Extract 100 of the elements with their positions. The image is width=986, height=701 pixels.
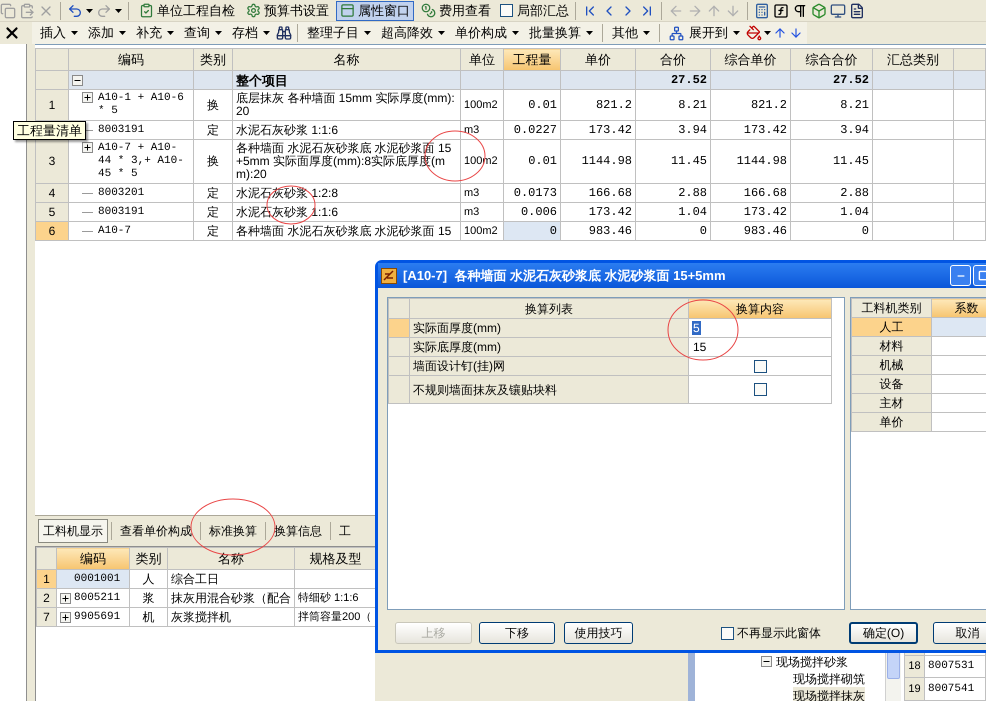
row-header[interactable]: 3: [36, 140, 68, 184]
dialog-button[interactable]: 确定(O): [849, 622, 918, 644]
table-cell: 抹灰用混合砂浆（配合: [168, 588, 294, 608]
caret-icon: [86, 8, 93, 12]
tooltip: 工程量清单: [13, 121, 86, 140]
row-header[interactable]: 5: [36, 202, 68, 222]
calculator-icon[interactable]: [754, 2, 770, 18]
checkbox[interactable]: [721, 626, 734, 640]
menu-button[interactable]: 展开到: [665, 23, 744, 43]
minimize-button[interactable]: [950, 265, 971, 286]
plus-icon[interactable]: [60, 592, 71, 604]
column-header[interactable]: 汇总类别: [872, 48, 954, 70]
paint-bucket-icon[interactable]: [746, 25, 762, 41]
row-header[interactable]: 机械: [852, 356, 932, 374]
table-cell: 983.46: [560, 222, 636, 240]
cube-icon[interactable]: [811, 2, 827, 18]
monitor-icon[interactable]: [830, 2, 846, 18]
tree-item[interactable]: 现场搅拌砂浆: [776, 652, 848, 670]
menu-button[interactable]: 其他: [608, 23, 654, 43]
table-cell: 不规则墙面抹灰及镶贴块料: [410, 376, 688, 404]
row-header[interactable]: 材料: [852, 336, 932, 356]
hierarchy-icon: [669, 26, 684, 40]
settings-icon: [246, 3, 261, 18]
checkbox[interactable]: [500, 4, 513, 17]
dialog-button[interactable]: 使用技巧: [564, 622, 634, 644]
document-icon[interactable]: [849, 2, 865, 18]
tab[interactable]: 工料机显示: [38, 519, 108, 543]
column-header[interactable]: 换算列表: [410, 298, 688, 318]
row-header[interactable]: 人工: [852, 318, 932, 336]
checkbox-option[interactable]: 不再显示此窗体: [721, 624, 822, 642]
menu-button[interactable]: 查询: [180, 23, 226, 43]
input-field[interactable]: 5: [692, 321, 701, 335]
row-header[interactable]: 单价: [852, 412, 932, 432]
function-icon[interactable]: [773, 2, 789, 18]
tab[interactable]: 查看单价构成: [115, 519, 197, 543]
toolbar-button[interactable]: 费用查看: [417, 0, 495, 20]
caret-icon: [364, 31, 371, 35]
checkbox-option[interactable]: 局部汇总: [500, 0, 569, 20]
column-header[interactable]: 类别: [130, 548, 168, 570]
table-cell: 0: [636, 222, 710, 240]
column-header[interactable]: 规格及型: [294, 548, 376, 570]
tab[interactable]: 工: [334, 519, 356, 543]
column-header[interactable]: 综合单价: [710, 48, 790, 70]
minus-icon[interactable]: [72, 74, 83, 86]
checkbox[interactable]: [754, 360, 766, 372]
column-header[interactable]: 工程量: [504, 48, 560, 70]
table-cell: 0: [504, 222, 560, 240]
menu-button[interactable]: 添加: [84, 23, 130, 43]
table-cell-text: A10-1 + A10-6 * 5: [98, 92, 185, 118]
row-header[interactable]: 设备: [852, 374, 932, 394]
menu-button[interactable]: 存档: [228, 23, 274, 43]
minus-icon[interactable]: [761, 656, 772, 667]
tree-item[interactable]: 现场搅拌抹灰: [793, 686, 865, 701]
column-header[interactable]: 名称: [232, 48, 460, 70]
table-cell: 墙面设计钉(挂)网: [410, 356, 688, 376]
paragraph-icon[interactable]: [792, 2, 808, 18]
column-header[interactable]: 单价: [560, 48, 636, 70]
dialog-button[interactable]: 下移: [478, 622, 556, 644]
toolbar-button[interactable]: 预算书设置: [242, 0, 333, 20]
tree-item[interactable]: 现场搅拌砌筑: [793, 670, 865, 688]
plus-icon[interactable]: [60, 612, 71, 622]
plus-icon[interactable]: [82, 92, 93, 103]
row-header[interactable]: 1: [36, 570, 56, 588]
column-header[interactable]: 合价: [636, 48, 710, 70]
checkbox[interactable]: [754, 383, 766, 396]
menu-button[interactable]: 插入: [36, 23, 82, 43]
column-header[interactable]: 系数: [932, 298, 986, 318]
column-header[interactable]: 综合合价: [790, 48, 872, 70]
table-cell: 各种墙面 水泥石灰砂浆底 水泥砂浆面 15: [232, 222, 460, 240]
caret-icon: [263, 31, 270, 35]
column-header[interactable]: 编码: [68, 48, 194, 70]
row-header[interactable]: 6: [36, 222, 68, 240]
toolbar-button[interactable]: 属性窗口: [336, 0, 414, 20]
row-header[interactable]: 4: [36, 184, 68, 202]
column-header[interactable]: 编码: [56, 548, 130, 570]
menu-button[interactable]: 批量换算: [525, 23, 597, 43]
menu-button[interactable]: 单价构成: [451, 23, 523, 43]
menu-button[interactable]: 整理子目: [303, 23, 375, 43]
plus-icon[interactable]: [82, 142, 93, 153]
row-header[interactable]: 7: [36, 608, 56, 626]
column-header[interactable]: 类别: [194, 48, 232, 70]
binoculars-icon[interactable]: [276, 25, 292, 41]
menu-button[interactable]: 超高降效: [377, 23, 449, 43]
row-header[interactable]: 1: [36, 90, 68, 120]
tab[interactable]: 换算信息: [269, 519, 327, 543]
caret-icon: [643, 31, 650, 35]
toolbar-button[interactable]: 单位工程自检: [135, 0, 239, 20]
input-field[interactable]: 15: [692, 340, 708, 354]
column-header[interactable]: 换算内容: [688, 298, 832, 318]
caret-icon: [115, 8, 122, 12]
undo-icon[interactable]: [67, 2, 83, 18]
row-header[interactable]: 主材: [852, 394, 932, 412]
caret-icon: [586, 31, 593, 35]
menu-button[interactable]: 补充: [132, 23, 178, 43]
row-header[interactable]: 2: [36, 588, 56, 608]
column-header[interactable]: 单位: [460, 48, 504, 70]
tab[interactable]: 标准换算: [204, 519, 262, 543]
table-cell-text: 9905691: [74, 610, 120, 625]
dialog-button[interactable]: 取消: [933, 622, 986, 644]
column-header[interactable]: 工料机类别: [852, 298, 932, 318]
